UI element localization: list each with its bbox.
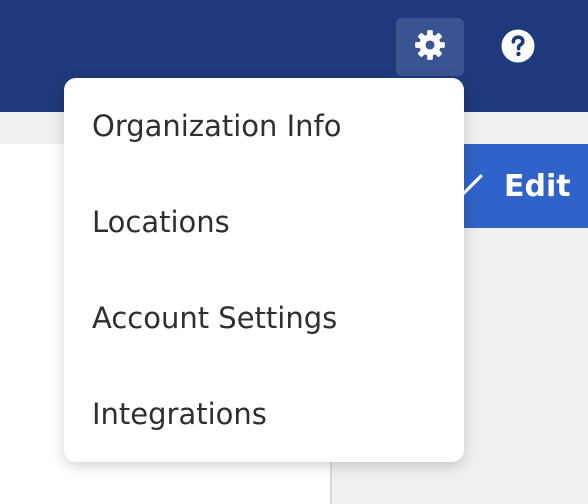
menu-item-organization-info[interactable]: Organization Info — [64, 78, 464, 174]
edit-button-label: Edit — [504, 168, 571, 204]
menu-item-integrations[interactable]: Integrations — [64, 366, 464, 462]
question-circle-icon — [500, 28, 536, 68]
help-button[interactable] — [496, 26, 540, 70]
menu-item-account-settings[interactable]: Account Settings — [64, 270, 464, 366]
settings-button[interactable] — [396, 18, 464, 76]
gear-icon — [413, 28, 447, 66]
menu-item-locations[interactable]: Locations — [64, 174, 464, 270]
settings-dropdown-menu: Organization Info Locations Account Sett… — [64, 78, 464, 462]
